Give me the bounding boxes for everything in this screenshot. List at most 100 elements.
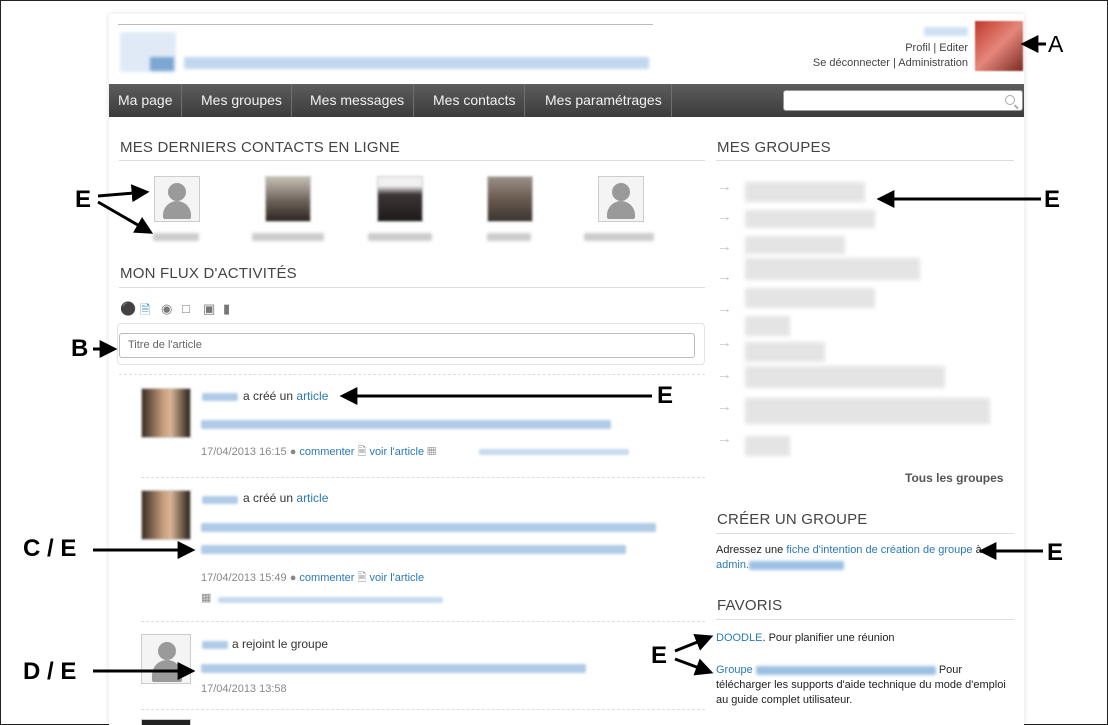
- all-groups-link[interactable]: Tous les groupes: [905, 471, 1003, 486]
- contact-avatar[interactable]: [154, 176, 200, 222]
- group-list-item[interactable]: [745, 398, 990, 424]
- profil-link[interactable]: Profil: [905, 42, 930, 54]
- create-group-text: Adressez une fiche d'intention de créati…: [716, 544, 982, 571]
- group-arrow-icon: →: [717, 366, 732, 383]
- contact-avatar[interactable]: [377, 176, 423, 222]
- contact-avatar[interactable]: [265, 176, 311, 222]
- group-favorite-link[interactable]: Groupe: [716, 664, 753, 676]
- divider: [119, 160, 705, 161]
- nav-mes-groupes[interactable]: Mes groupes: [192, 84, 292, 117]
- article-icon: 🗎: [357, 446, 367, 458]
- comment-link[interactable]: commenter: [299, 446, 354, 458]
- search-input[interactable]: [783, 90, 1023, 111]
- feed-user-link[interactable]: [202, 393, 238, 401]
- annotation-label: E: [657, 382, 674, 409]
- nav-ma-page[interactable]: Ma page: [109, 84, 183, 117]
- link-post-icon[interactable]: ◉: [161, 301, 172, 317]
- create-group-title: CRÉER UN GROUPE: [717, 511, 868, 528]
- group-arrow-icon: →: [717, 208, 732, 225]
- user-avatar[interactable]: [975, 21, 1023, 71]
- user-menu: Profil | Editer Se déconnecter | Adminis…: [813, 26, 968, 71]
- feed-group-title[interactable]: [201, 664, 586, 673]
- feed-article-excerpt[interactable]: [201, 523, 656, 532]
- view-article-link[interactable]: voir l'article: [369, 446, 424, 458]
- annotation-label: D / E: [23, 658, 77, 685]
- contact-name[interactable]: [584, 233, 654, 241]
- annotation-label: E: [1044, 186, 1061, 213]
- doodle-link[interactable]: DOODLE: [716, 632, 762, 644]
- site-title: [184, 57, 649, 69]
- favorite-item: Groupe Pour télécharger les supports d'a…: [716, 664, 1006, 706]
- feed-article-link[interactable]: article: [296, 491, 328, 505]
- editer-link[interactable]: Editer: [939, 42, 968, 54]
- feed-user-link[interactable]: [202, 641, 228, 649]
- divider: [716, 160, 1014, 161]
- feed-group-link[interactable]: [479, 449, 629, 455]
- divider: [119, 374, 705, 375]
- feed-article-title[interactable]: [201, 420, 611, 429]
- group-name-blurred[interactable]: [755, 665, 936, 675]
- feed-avatar[interactable]: [141, 490, 191, 540]
- group-arrow-icon: →: [717, 238, 732, 255]
- create-group-form-link[interactable]: fiche d'intention de création de groupe: [786, 544, 972, 556]
- article-icon: 🗎: [357, 572, 367, 584]
- feed-time: 17/04/2013 13:58: [201, 683, 287, 695]
- group-list-item[interactable]: [745, 210, 875, 228]
- annotation-label: E: [75, 186, 92, 213]
- view-article-link[interactable]: voir l'article: [369, 572, 424, 584]
- group-list-item[interactable]: [745, 342, 825, 362]
- logout-link[interactable]: Se déconnecter: [813, 57, 890, 69]
- comment-icon: ●: [289, 446, 297, 458]
- annotation-label: B: [71, 335, 89, 362]
- group-list-item[interactable]: [745, 316, 790, 336]
- group-list-item[interactable]: [745, 288, 875, 308]
- feed-user-link[interactable]: [202, 496, 238, 504]
- feed-meta: 17/04/2013 15:49 ● commenter 🗎 voir l'ar…: [201, 572, 425, 584]
- feed-avatar[interactable]: [141, 388, 191, 438]
- comment-link[interactable]: commenter: [299, 572, 354, 584]
- group-arrow-icon: →: [717, 268, 732, 285]
- group-icon: ▦: [201, 592, 212, 604]
- article-title-input[interactable]: Titre de l'article: [119, 333, 695, 358]
- feed-meta: 17/04/2013 16:15 ● commenter 🗎 voir l'ar…: [201, 446, 437, 458]
- group-list-item[interactable]: [745, 366, 945, 388]
- admin-email-link[interactable]: admin.: [716, 559, 845, 571]
- feed-title: MON FLUX D'ACTIVITÉS: [120, 265, 297, 282]
- feed-article-excerpt[interactable]: [201, 545, 626, 554]
- feed-article-link[interactable]: article: [296, 389, 328, 403]
- contact-avatar[interactable]: [487, 176, 533, 222]
- nav-mes-contacts[interactable]: Mes contacts: [424, 84, 526, 117]
- nav-mes-parametrages[interactable]: Mes paramétrages: [536, 84, 672, 117]
- video-post-icon[interactable]: ▮: [223, 301, 230, 317]
- contact-name[interactable]: [252, 233, 324, 241]
- feed-avatar[interactable]: [141, 719, 191, 725]
- contact-name[interactable]: [487, 233, 531, 241]
- admin-email-blurred: [749, 560, 845, 570]
- group-arrow-icon: →: [717, 300, 732, 317]
- contact-avatar[interactable]: [598, 176, 644, 222]
- annotation-label: A: [1048, 31, 1064, 57]
- group-list-item[interactable]: [745, 236, 845, 254]
- divider: [141, 477, 705, 478]
- username-link[interactable]: [924, 27, 968, 36]
- group-list-item[interactable]: [745, 258, 920, 280]
- pdf-post-icon[interactable]: □: [182, 301, 190, 316]
- favorites-title: FAVORIS: [717, 597, 783, 614]
- search-icon[interactable]: [1005, 95, 1015, 105]
- feed-avatar[interactable]: [141, 634, 191, 684]
- nav-mes-messages[interactable]: Mes messages: [301, 84, 415, 117]
- article-post-icon[interactable]: 🗎: [140, 301, 150, 323]
- status-post-icon[interactable]: ⚫: [120, 301, 136, 317]
- favorite-item: DOODLE. Pour planifier une réunion: [716, 632, 895, 644]
- annotation-label: C / E: [23, 535, 77, 562]
- group-list-item[interactable]: [745, 436, 790, 456]
- divider: [716, 619, 1014, 620]
- administration-link[interactable]: Administration: [898, 57, 968, 69]
- contact-name[interactable]: [368, 233, 432, 241]
- group-arrow-icon: →: [717, 398, 732, 415]
- contacts-title: MES DERNIERS CONTACTS EN LIGNE: [120, 139, 400, 156]
- contact-name[interactable]: [153, 233, 199, 241]
- feed-group-link[interactable]: [218, 597, 443, 603]
- group-list-item[interactable]: [745, 182, 865, 202]
- image-post-icon[interactable]: ▣: [203, 301, 215, 317]
